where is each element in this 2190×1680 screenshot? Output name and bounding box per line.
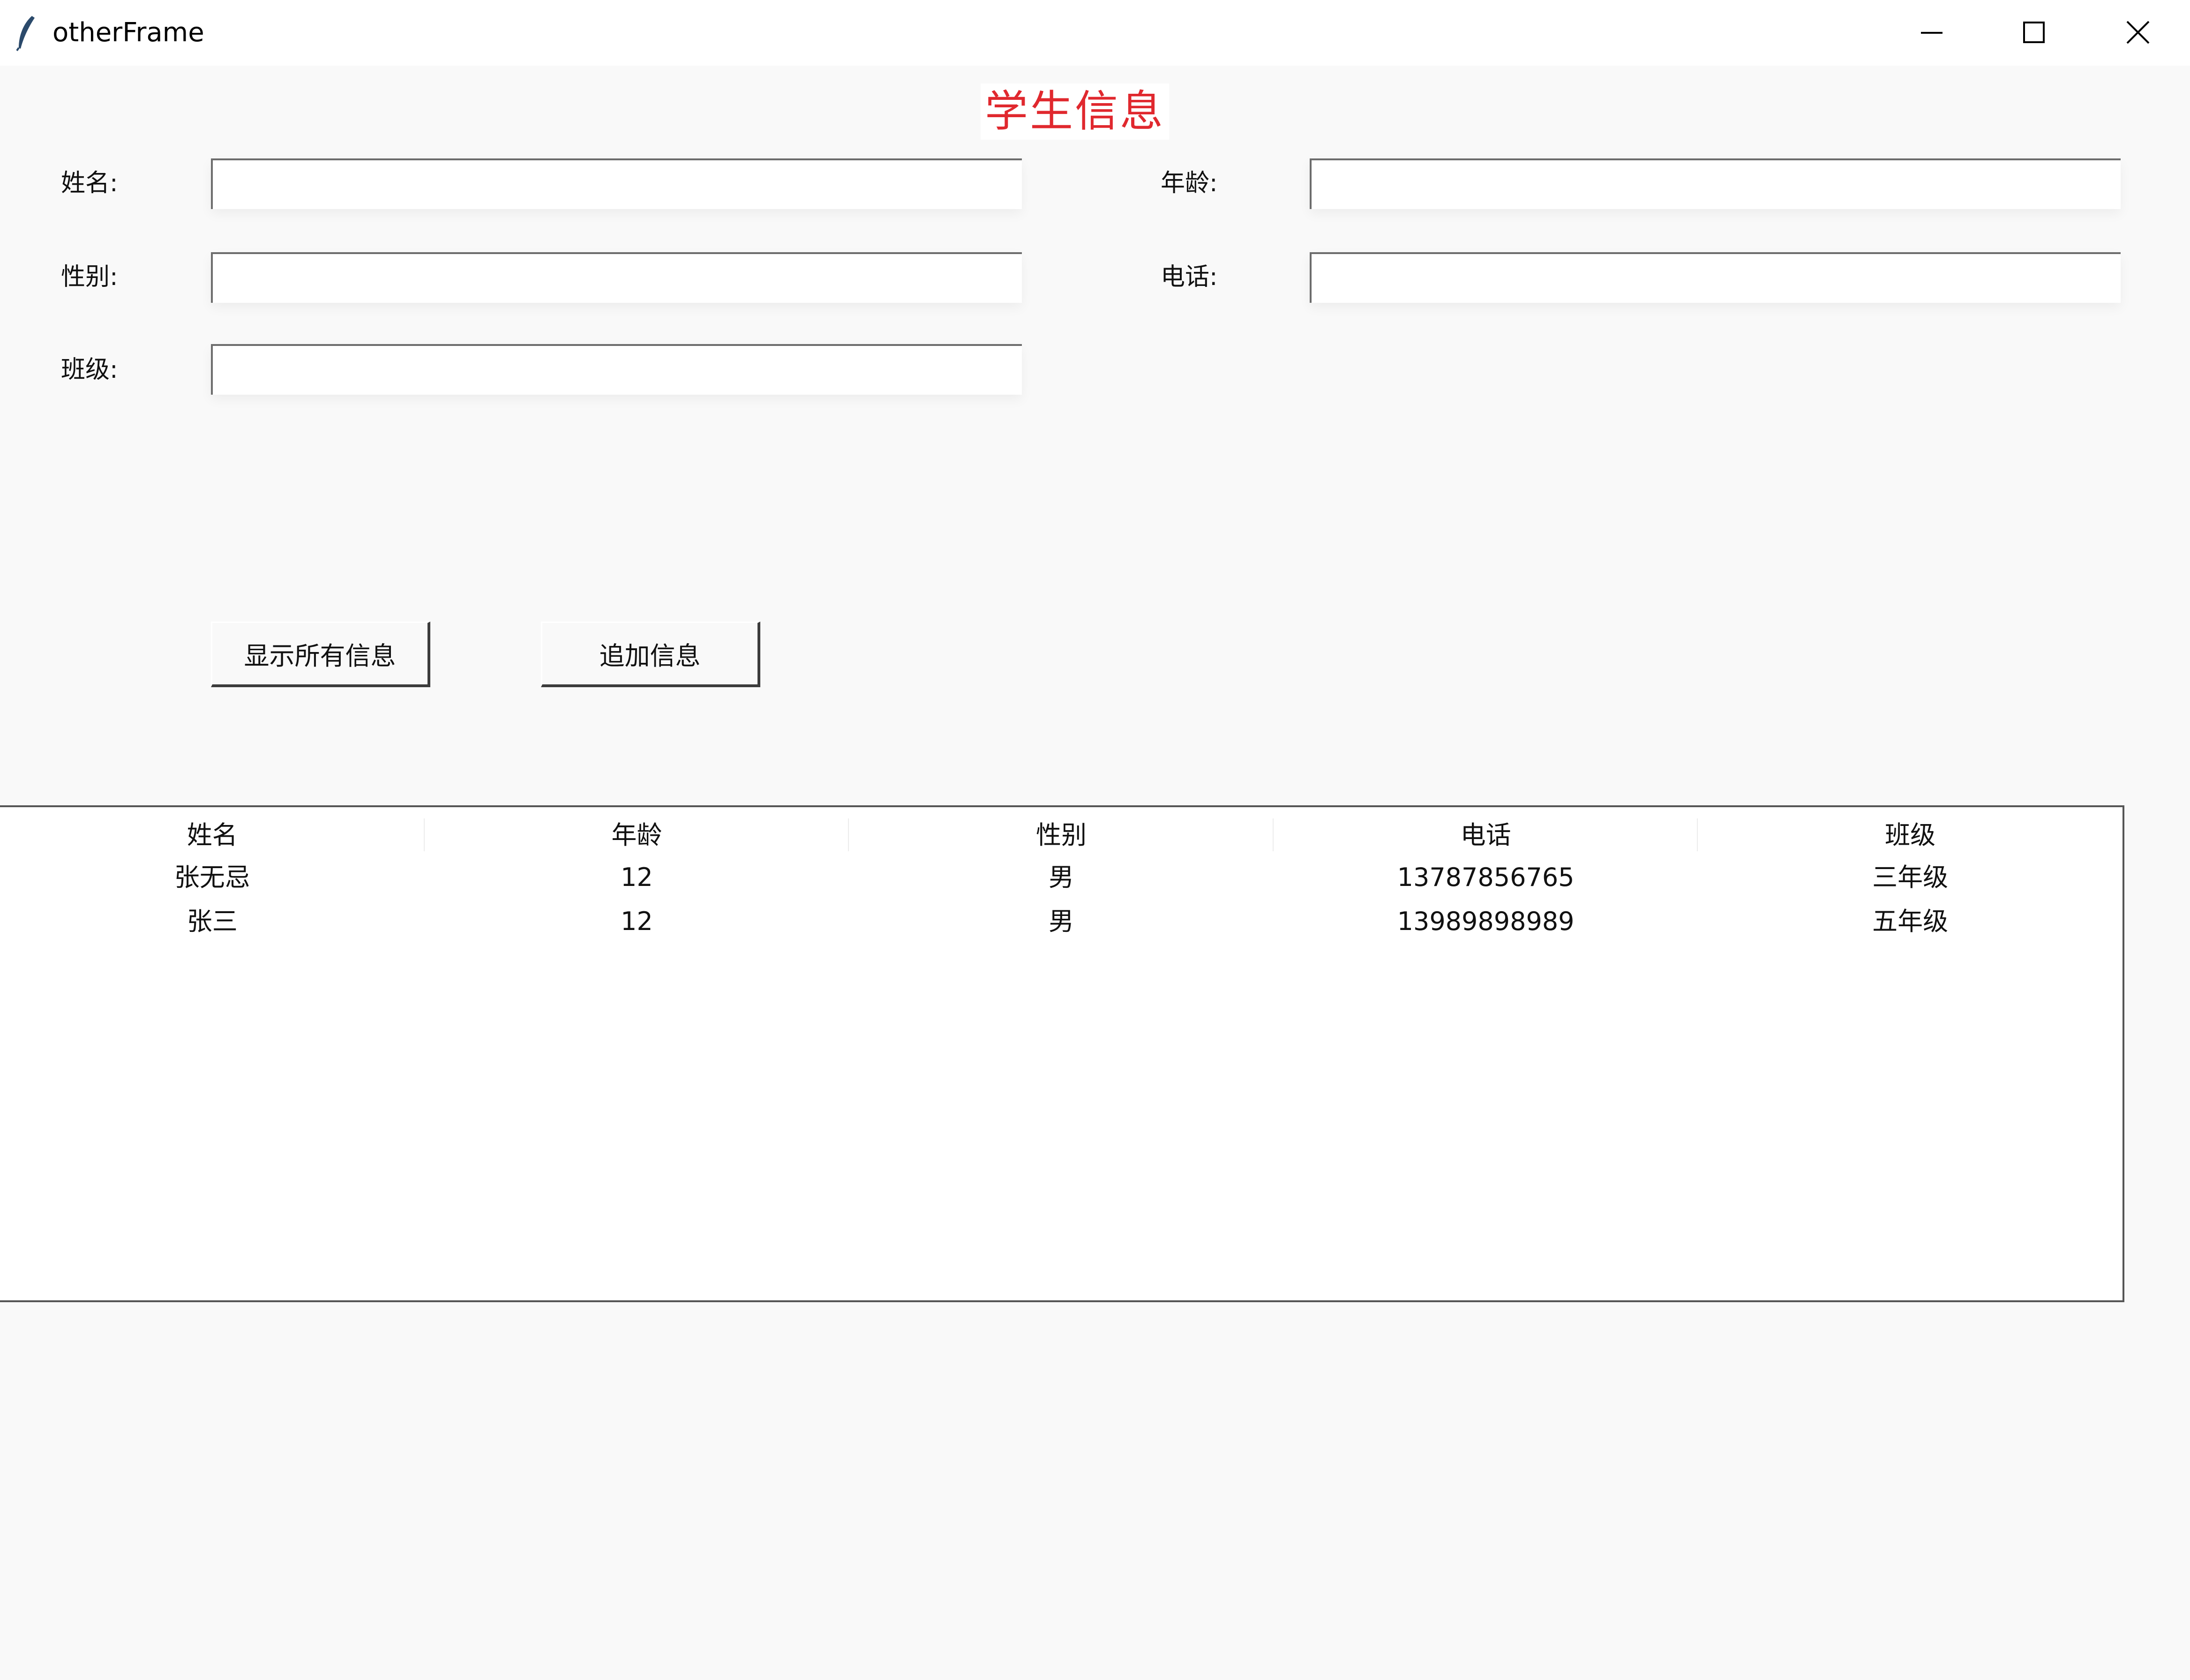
table-row[interactable]: 张无忌 12 男 13787856765 三年级 <box>0 859 2122 901</box>
column-header-name[interactable]: 姓名 <box>0 817 425 854</box>
cell-age: 12 <box>621 907 653 936</box>
age-label: 年龄: <box>1161 169 1218 197</box>
window-title: otherFrame <box>52 17 204 48</box>
cell-class: 三年级 <box>1872 862 1949 892</box>
page-title: 学生信息 <box>981 83 1169 140</box>
column-header-gender[interactable]: 性别 <box>849 817 1274 854</box>
column-header-phone[interactable]: 电话 <box>1274 817 1698 854</box>
window-titlebar[interactable]: otherFrame <box>0 0 2190 66</box>
phone-label: 电话: <box>1161 263 1218 291</box>
minimize-button[interactable] <box>1881 0 1983 66</box>
show-all-button[interactable]: 显示所有信息 <box>211 622 430 687</box>
cell-class: 五年级 <box>1872 907 1949 936</box>
cell-gender: 男 <box>1048 907 1074 936</box>
table-header: 姓名 年龄 性别 电话 班级 <box>0 817 2122 854</box>
gender-input[interactable] <box>211 252 1022 303</box>
column-header-age[interactable]: 年龄 <box>425 817 849 854</box>
column-header-class[interactable]: 班级 <box>1698 817 2122 854</box>
cell-gender: 男 <box>1048 862 1074 892</box>
name-input[interactable] <box>211 158 1022 209</box>
cell-name: 张三 <box>187 907 238 936</box>
name-label: 姓名: <box>61 169 118 197</box>
cell-phone: 13787856765 <box>1397 862 1575 892</box>
age-input[interactable] <box>1310 158 2121 209</box>
maximize-button[interactable] <box>1983 0 2085 66</box>
close-button[interactable] <box>2087 0 2189 66</box>
cell-phone: 13989898989 <box>1397 907 1575 936</box>
phone-input[interactable] <box>1310 252 2121 303</box>
feather-icon <box>14 14 38 52</box>
add-info-button[interactable]: 追加信息 <box>541 622 760 687</box>
class-input[interactable] <box>211 344 1022 395</box>
table-row[interactable]: 张三 12 男 13989898989 五年级 <box>0 903 2122 945</box>
cell-name: 张无忌 <box>174 862 250 892</box>
class-label: 班级: <box>61 356 118 384</box>
student-table[interactable]: 姓名 年龄 性别 电话 班级 张无忌 12 男 13787856765 三年级 … <box>0 805 2124 1302</box>
gender-label: 性别: <box>61 263 118 291</box>
cell-age: 12 <box>621 862 653 892</box>
